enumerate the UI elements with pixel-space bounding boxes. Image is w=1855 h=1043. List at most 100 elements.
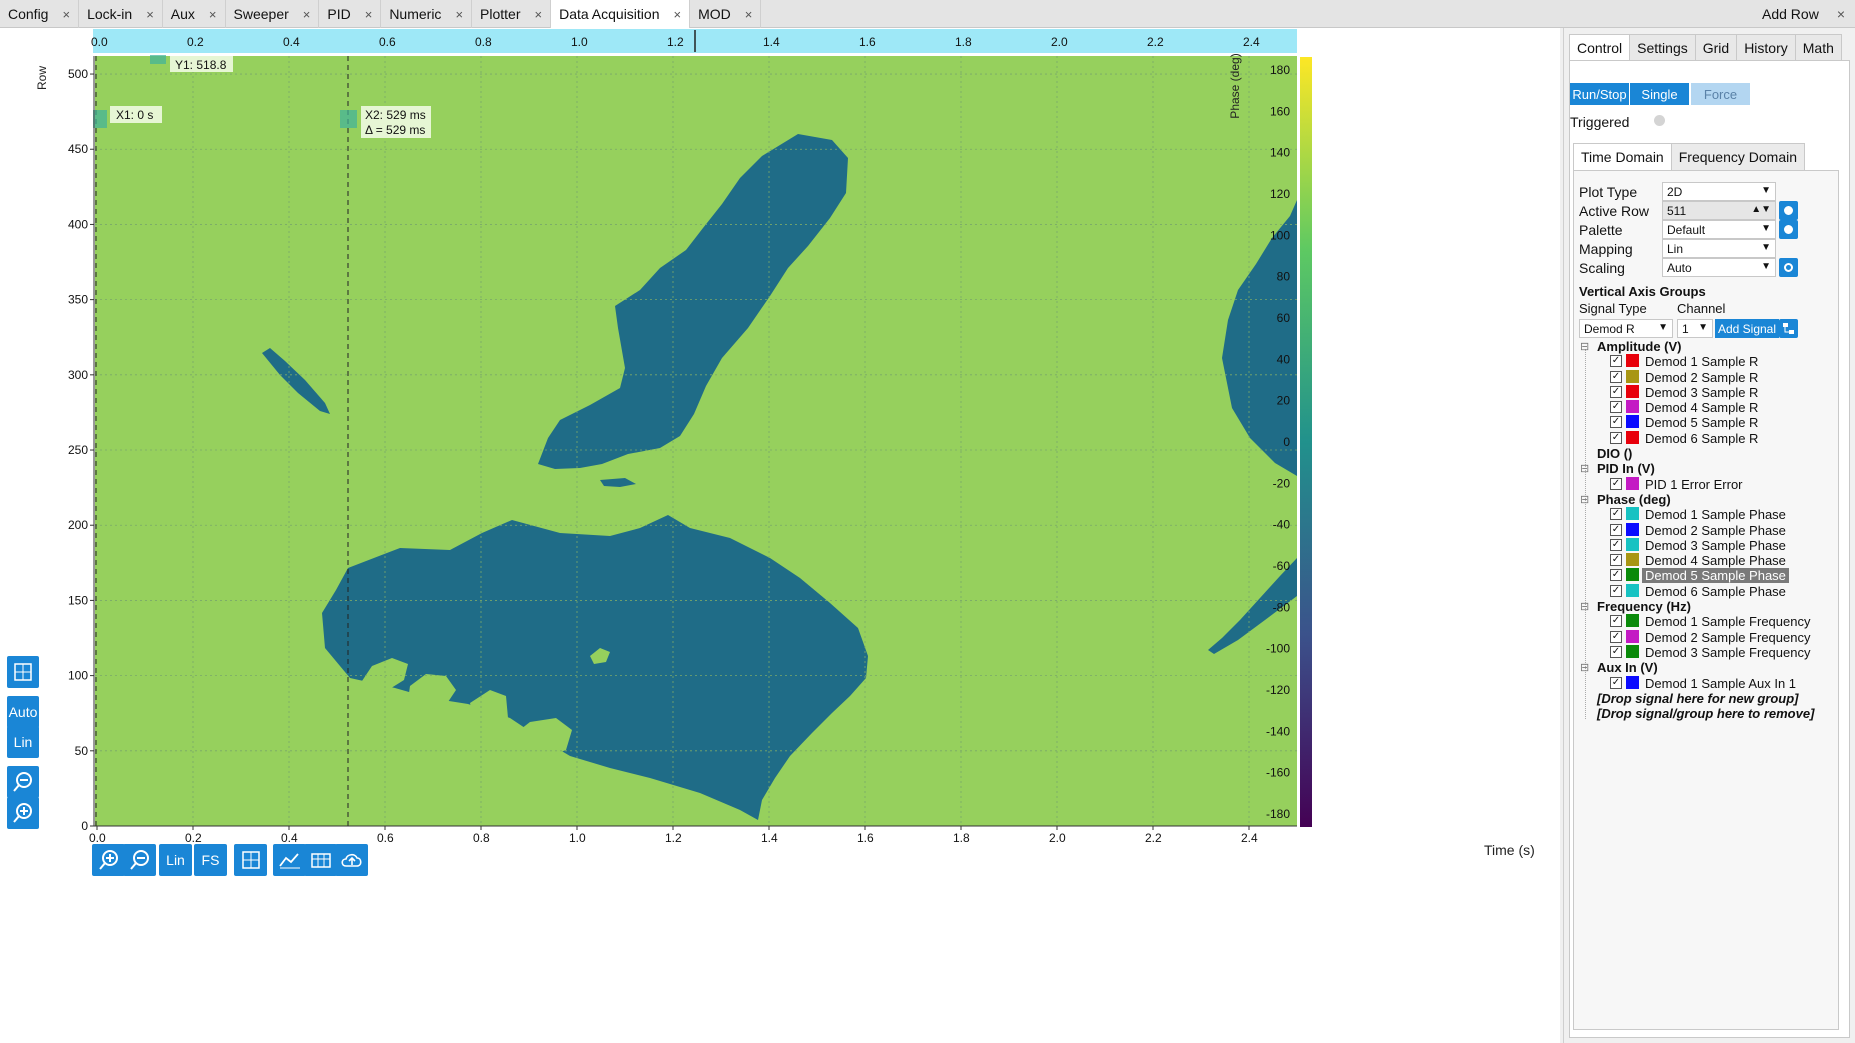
signal-color-swatch[interactable]: [1626, 384, 1639, 398]
subtab-time-domain[interactable]: Time Domain: [1573, 143, 1672, 170]
signal-label[interactable]: Demod 2 Sample R: [1645, 370, 1758, 385]
palette-select[interactable]: Default ▼: [1662, 220, 1776, 239]
signal-color-swatch[interactable]: [1626, 369, 1639, 383]
heatmap-plot[interactable]: 0.0 0.2 0.4 0.6 0.8 1.0 1.2 1.4 1.6 1.8 2.0 2.2 2.4: [0, 28, 1560, 1043]
signal-color-swatch[interactable]: [1626, 553, 1639, 567]
cloud-upload-icon[interactable]: [335, 844, 368, 876]
signal-checkbox[interactable]: ✓: [1610, 477, 1622, 490]
x-lin-scale-button[interactable]: Lin: [159, 844, 192, 876]
x2-cursor-handle[interactable]: [340, 110, 357, 128]
signal-color-swatch[interactable]: [1626, 507, 1639, 521]
tab-lock-in[interactable]: Lock-in ×: [79, 0, 163, 28]
signal-label[interactable]: Demod 2 Sample Frequency: [1645, 630, 1810, 645]
signal-checkbox[interactable]: ✓: [1610, 401, 1622, 414]
signal-checkbox[interactable]: ✓: [1610, 355, 1622, 368]
x1-cursor-handle[interactable]: [93, 110, 107, 128]
signal-label[interactable]: Demod 3 Sample Frequency: [1645, 645, 1810, 660]
signal-color-swatch[interactable]: [1626, 400, 1639, 414]
signal-checkbox[interactable]: ✓: [1610, 523, 1622, 536]
y1-cursor-handle[interactable]: [150, 55, 166, 64]
signal-color-swatch[interactable]: [1626, 415, 1639, 429]
close-icon[interactable]: ×: [535, 7, 543, 22]
signal-checkbox[interactable]: ✓: [1610, 630, 1622, 643]
panel-tab-settings[interactable]: Settings: [1629, 34, 1696, 60]
drop-remove-zone[interactable]: [Drop signal/group here to remove]: [1597, 706, 1814, 721]
signal-label[interactable]: Demod 3 Sample R: [1645, 385, 1758, 400]
zoom-out-icon[interactable]: [7, 766, 39, 798]
signal-type-select[interactable]: Demod R ▼: [1579, 319, 1673, 338]
signal-checkbox[interactable]: ✓: [1610, 370, 1622, 383]
signal-checkbox[interactable]: ✓: [1610, 584, 1622, 597]
add-signal-button[interactable]: Add Signal: [1715, 319, 1779, 338]
axis-group-label[interactable]: Phase (deg): [1597, 492, 1671, 507]
scaling-toggle-button[interactable]: [1779, 258, 1798, 277]
signal-checkbox[interactable]: ✓: [1610, 508, 1622, 521]
close-icon[interactable]: ×: [209, 7, 217, 22]
signal-color-swatch[interactable]: [1626, 583, 1639, 597]
subtab-frequency-domain[interactable]: Frequency Domain: [1670, 143, 1806, 170]
signal-checkbox[interactable]: ✓: [1610, 676, 1622, 689]
panel-tab-math[interactable]: Math: [1794, 34, 1842, 60]
signal-checkbox[interactable]: ✓: [1610, 416, 1622, 429]
close-icon[interactable]: ×: [455, 7, 463, 22]
active-row-target-button[interactable]: [1779, 201, 1798, 220]
signal-label[interactable]: Demod 6 Sample R: [1645, 431, 1758, 446]
close-icon[interactable]: ×: [745, 7, 753, 22]
cursor-toggle-icon[interactable]: [7, 656, 39, 688]
signal-color-swatch[interactable]: [1626, 354, 1639, 368]
collapse-icon[interactable]: ⊟: [1580, 493, 1589, 506]
tab-plotter[interactable]: Plotter ×: [472, 0, 552, 28]
active-row-input[interactable]: 511 ▲▼: [1662, 201, 1776, 220]
close-icon[interactable]: ×: [62, 7, 70, 22]
zoom-in-icon[interactable]: [92, 844, 125, 876]
signal-color-swatch[interactable]: [1626, 476, 1639, 490]
close-icon[interactable]: ×: [674, 7, 682, 22]
close-icon[interactable]: ×: [365, 7, 373, 22]
signal-label[interactable]: Demod 3 Sample Phase: [1645, 538, 1786, 553]
tab-aux[interactable]: Aux ×: [163, 0, 226, 28]
signal-checkbox[interactable]: ✓: [1610, 554, 1622, 567]
signal-checkbox[interactable]: ✓: [1610, 645, 1622, 658]
axis-group-label[interactable]: Aux In (V): [1597, 660, 1658, 675]
tab-pid[interactable]: PID ×: [319, 0, 382, 28]
signal-label[interactable]: Demod 2 Sample Phase: [1645, 523, 1786, 538]
collapse-icon[interactable]: ⊟: [1580, 462, 1589, 475]
math-icon[interactable]: [273, 844, 306, 876]
zoom-out-icon[interactable]: [123, 844, 156, 876]
signal-color-swatch[interactable]: [1626, 522, 1639, 536]
signal-label[interactable]: Demod 1 Sample Frequency: [1645, 614, 1810, 629]
collapse-icon[interactable]: ⊟: [1580, 600, 1589, 613]
panel-tab-control[interactable]: Control: [1569, 34, 1631, 60]
tab-config[interactable]: Config ×: [0, 0, 80, 28]
drop-new-group-zone[interactable]: [Drop signal here for new group]: [1597, 691, 1799, 706]
axis-group-label[interactable]: Frequency (Hz): [1597, 599, 1691, 614]
full-scale-button[interactable]: FS: [194, 844, 227, 876]
table-icon[interactable]: [304, 844, 337, 876]
signal-label[interactable]: Demod 5 Sample R: [1645, 415, 1758, 430]
signal-checkbox[interactable]: ✓: [1610, 385, 1622, 398]
close-icon[interactable]: ×: [146, 7, 154, 22]
lin-scale-button[interactable]: Lin: [7, 726, 39, 758]
axis-group-label[interactable]: Amplitude (V): [1597, 339, 1682, 354]
force-button[interactable]: Force: [1691, 83, 1750, 105]
single-button[interactable]: Single: [1630, 83, 1689, 105]
signal-checkbox[interactable]: ✓: [1610, 431, 1622, 444]
zoom-in-icon[interactable]: [7, 797, 39, 829]
signal-label[interactable]: Demod 1 Sample Phase: [1645, 507, 1786, 522]
signal-color-swatch[interactable]: [1626, 675, 1639, 689]
stepper-icon[interactable]: ▲▼: [1751, 204, 1771, 215]
signal-color-swatch[interactable]: [1626, 537, 1639, 551]
panel-tab-history[interactable]: History: [1736, 34, 1796, 60]
mapping-select[interactable]: Lin ▼: [1662, 239, 1776, 258]
signal-color-swatch[interactable]: [1626, 614, 1639, 628]
close-icon[interactable]: ×: [303, 7, 311, 22]
signal-label[interactable]: Demod 4 Sample R: [1645, 400, 1758, 415]
signal-label[interactable]: Demod 4 Sample Phase: [1645, 553, 1786, 568]
signal-label[interactable]: PID 1 Error Error: [1645, 477, 1743, 492]
tab-numeric[interactable]: Numeric ×: [381, 0, 473, 28]
axis-group-label[interactable]: PID In (V): [1597, 461, 1655, 476]
tree-options-button[interactable]: [1779, 319, 1798, 338]
palette-target-button[interactable]: [1779, 220, 1798, 239]
run-stop-button[interactable]: Run/Stop: [1570, 83, 1629, 105]
signal-color-swatch[interactable]: [1626, 629, 1639, 643]
